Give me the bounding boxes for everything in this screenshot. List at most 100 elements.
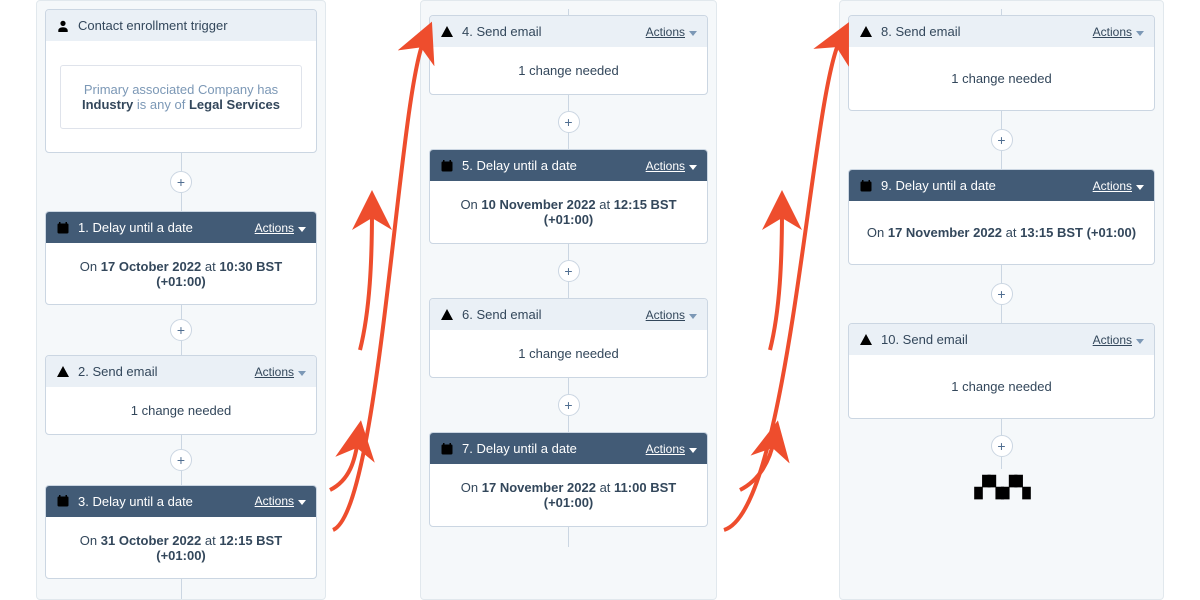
add-step-button[interactable]: + [558,111,580,133]
enrollment-trigger-header: Contact enrollment trigger [46,10,316,41]
step-6-body: 1 change needed [430,330,707,377]
step-10-card[interactable]: 10. Send email Actions 1 change needed [848,323,1155,419]
connector: + [991,419,1013,469]
step-9-card[interactable]: 9. Delay until a date Actions On 17 Nove… [848,169,1155,265]
step-10-actions[interactable]: Actions [1093,333,1144,347]
step-6-actions[interactable]: Actions [646,308,697,322]
warning-icon [440,308,454,322]
step-4-card[interactable]: 4. Send email Actions 1 change needed [429,15,708,95]
step-2-title: 2. Send email [78,364,247,379]
step-5-title: 5. Delay until a date [462,158,638,173]
step-1-actions[interactable]: Actions [255,221,306,235]
step-1-body: On 17 October 2022 at 10:30 BST (+01:00) [46,243,316,305]
step-4-body: 1 change needed [430,47,707,94]
step-7-body: On 17 November 2022 at 11:00 BST (+01:00… [430,464,707,526]
workflow-column-3: 8. Send email Actions 1 change needed + … [839,0,1164,600]
warning-icon [440,25,454,39]
chevron-down-icon [1136,339,1144,344]
step-7-actions[interactable]: Actions [646,442,697,456]
calendar-icon [56,494,70,508]
calendar-icon [440,159,454,173]
connector: + [558,244,580,298]
connector: + [170,153,192,211]
chevron-down-icon [298,371,306,376]
finish-flag-icon: ▞▚▞▚ [975,475,1029,500]
add-step-button[interactable]: + [170,319,192,341]
connector: + [991,111,1013,169]
chevron-down-icon [1136,185,1144,190]
step-5-card[interactable]: 5. Delay until a date Actions On 10 Nove… [429,149,708,244]
step-3-header: 3. Delay until a date Actions [46,486,316,517]
chevron-down-icon [689,31,697,36]
step-8-header: 8. Send email Actions [849,16,1154,47]
step-1-title: 1. Delay until a date [78,220,247,235]
step-9-body: On 17 November 2022 at 13:15 BST (+01:00… [849,201,1154,264]
step-2-header: 2. Send email Actions [46,356,316,387]
workflow-column-2: 4. Send email Actions 1 change needed + … [420,0,717,600]
add-step-button[interactable]: + [170,449,192,471]
step-10-header: 10. Send email Actions [849,324,1154,355]
step-9-actions[interactable]: Actions [1093,179,1144,193]
step-9-header: 9. Delay until a date Actions [849,170,1154,201]
step-10-body: 1 change needed [849,355,1154,418]
step-8-title: 8. Send email [881,24,1085,39]
step-7-card[interactable]: 7. Delay until a date Actions On 17 Nove… [429,432,708,527]
step-10-title: 10. Send email [881,332,1085,347]
step-5-header: 5. Delay until a date Actions [430,150,707,181]
step-2-body: 1 change needed [46,387,316,434]
step-3-body: On 31 October 2022 at 12:15 BST (+01:00) [46,517,316,579]
step-3-actions[interactable]: Actions [255,494,306,508]
enrollment-trigger-card[interactable]: Contact enrollment trigger Primary assoc… [45,9,317,153]
step-7-header: 7. Delay until a date Actions [430,433,707,464]
add-step-button[interactable]: + [991,129,1013,151]
connector: + [170,305,192,355]
warning-icon [859,333,873,347]
calendar-icon [859,179,873,193]
step-2-actions[interactable]: Actions [255,365,306,379]
add-step-button[interactable]: + [170,171,192,193]
step-2-card[interactable]: 2. Send email Actions 1 change needed [45,355,317,434]
step-8-actions[interactable]: Actions [1093,25,1144,39]
enrollment-criteria: Primary associated Company has Industry … [60,65,302,129]
chevron-down-icon [298,227,306,232]
chevron-down-icon [689,165,697,170]
workflow-column-1: Contact enrollment trigger Primary assoc… [36,0,326,600]
enrollment-trigger-title: Contact enrollment trigger [78,18,306,33]
step-6-header: 6. Send email Actions [430,299,707,330]
step-7-title: 7. Delay until a date [462,441,638,456]
enrollment-trigger-body: Primary associated Company has Industry … [46,41,316,153]
add-step-button[interactable]: + [991,283,1013,305]
step-3-card[interactable]: 3. Delay until a date Actions On 31 Octo… [45,485,317,579]
step-3-title: 3. Delay until a date [78,494,247,509]
step-9-title: 9. Delay until a date [881,178,1085,193]
add-step-button[interactable]: + [991,435,1013,457]
criteria-line1: Primary associated Company has [71,82,291,97]
chevron-down-icon [298,500,306,505]
step-4-header: 4. Send email Actions [430,16,707,47]
connector: + [558,378,580,432]
step-4-title: 4. Send email [462,24,638,39]
user-icon [56,19,70,33]
step-4-actions[interactable]: Actions [646,25,697,39]
calendar-icon [56,221,70,235]
calendar-icon [440,442,454,456]
connector: + [170,435,192,485]
step-1-header: 1. Delay until a date Actions [46,212,316,243]
chevron-down-icon [689,448,697,453]
step-1-card[interactable]: 1. Delay until a date Actions On 17 Octo… [45,211,317,305]
chevron-down-icon [689,314,697,319]
connector: + [991,265,1013,323]
add-step-button[interactable]: + [558,394,580,416]
criteria-line2: Industry is any of Legal Services [71,97,291,112]
step-8-card[interactable]: 8. Send email Actions 1 change needed [848,15,1155,111]
warning-icon [859,25,873,39]
step-6-title: 6. Send email [462,307,638,322]
connector: + [558,95,580,149]
chevron-down-icon [1136,31,1144,36]
step-5-body: On 10 November 2022 at 12:15 BST (+01:00… [430,181,707,243]
warning-icon [56,365,70,379]
step-6-card[interactable]: 6. Send email Actions 1 change needed [429,298,708,378]
add-step-button[interactable]: + [558,260,580,282]
step-8-body: 1 change needed [849,47,1154,110]
step-5-actions[interactable]: Actions [646,159,697,173]
